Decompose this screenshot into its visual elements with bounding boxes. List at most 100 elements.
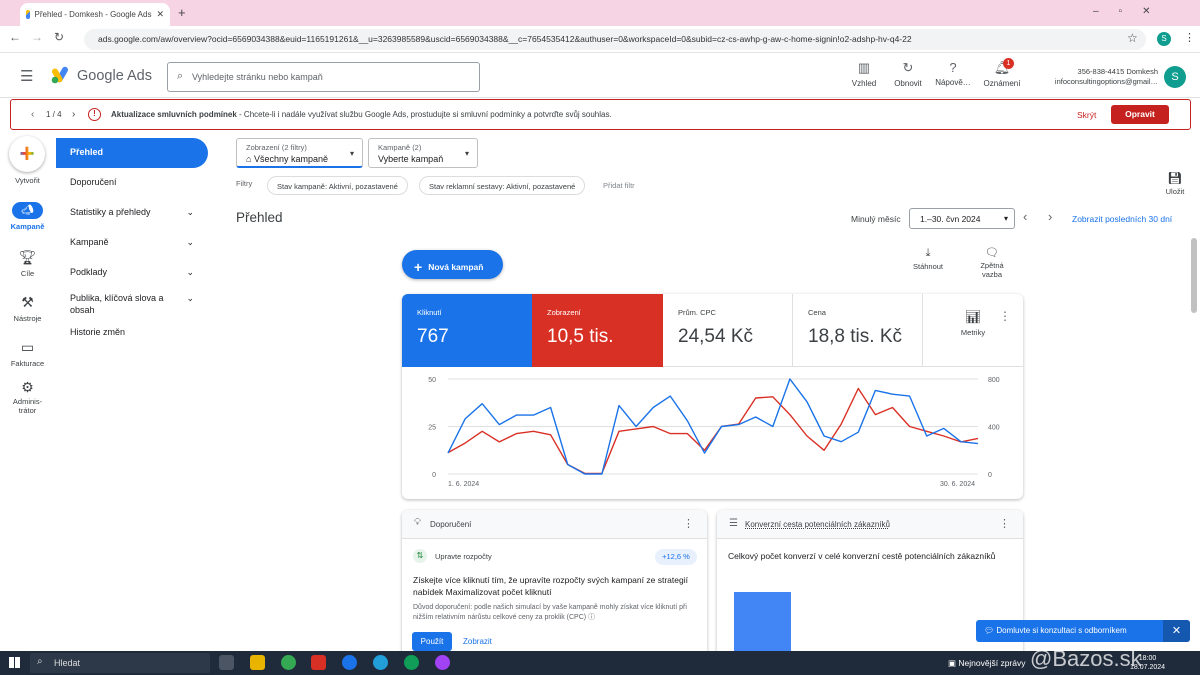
- show-last-30-link[interactable]: Zobrazit posledních 30 dní: [1072, 214, 1172, 224]
- account-avatar[interactable]: S: [1164, 66, 1186, 88]
- tab-close-icon[interactable]: ✕: [156, 9, 164, 20]
- bookmark-star-icon[interactable]: ☆: [1127, 31, 1138, 45]
- rail-campaigns-label[interactable]: Kampaně: [0, 222, 55, 231]
- browser-tab[interactable]: Přehled - Domkesh - Google Ads ✕: [20, 3, 170, 26]
- kpi-avg-cpc[interactable]: Prům. CPC 24,54 Kč: [663, 294, 793, 367]
- kpi-impressions[interactable]: Zobrazení 10,5 tis.: [532, 294, 663, 367]
- chrome-icon[interactable]: [281, 655, 296, 670]
- help-button[interactable]: ? Nápově…: [933, 60, 973, 87]
- rail-admin[interactable]: ⚙ Adminis- trátor: [0, 380, 55, 415]
- page-title: Přehled: [236, 210, 283, 225]
- chevron-down-icon: ⌄: [186, 293, 194, 303]
- more-options-icon[interactable]: ⋮: [999, 517, 1010, 530]
- rail-goals[interactable]: 🏆︎ Cíle: [0, 249, 55, 278]
- download-button[interactable]: ⤓ Stáhnout: [908, 247, 948, 271]
- layout-button[interactable]: ▥ Vzhled: [846, 60, 882, 88]
- taskbar-clock[interactable]: 18:00 18.07.2024: [1130, 654, 1165, 672]
- dropdown-arrow-icon: ▾: [464, 149, 469, 158]
- notification-badge: 1: [1003, 58, 1014, 69]
- reload-icon[interactable]: ↻: [54, 30, 64, 44]
- banner-prev-icon[interactable]: ‹: [31, 109, 34, 120]
- notifications-button[interactable]: 🔔︎ Oznámení: [980, 60, 1024, 88]
- toast-close-icon[interactable]: ✕: [1163, 620, 1190, 642]
- error-icon: !: [88, 108, 101, 121]
- left-tick-label: 25: [428, 425, 436, 432]
- task-view-icon[interactable]: [219, 655, 234, 670]
- url-text: ads.google.com/aw/overview?ocid=65690343…: [98, 34, 912, 44]
- search-icon: ⌕: [177, 70, 184, 82]
- reco-card-title: Doporučení: [430, 520, 472, 529]
- more-options-icon[interactable]: ⋮: [683, 517, 694, 530]
- new-campaign-button[interactable]: + Nová kampaň: [402, 250, 503, 279]
- search-input[interactable]: ⌕ Vyhledejte stránku nebo kampaň: [167, 62, 480, 92]
- reco-reason: Důvod doporučení: podle našich simulací …: [413, 604, 687, 621]
- banner-hide-button[interactable]: Skrýt: [1077, 110, 1096, 120]
- app-icon[interactable]: [342, 655, 357, 670]
- app-icon[interactable]: [311, 655, 326, 670]
- conversion-bar: [734, 592, 791, 651]
- chrome-profile-icon[interactable]: [435, 655, 450, 670]
- sidenav-overview[interactable]: Přehled: [56, 138, 208, 168]
- trophy-icon: 🏆︎: [18, 249, 37, 265]
- filter-funnel-icon: ☰: [729, 518, 738, 529]
- next-period-icon[interactable]: ›: [1048, 209, 1052, 224]
- sidenav-change-history[interactable]: Historie změn: [56, 318, 208, 348]
- banner-next-icon[interactable]: ›: [72, 109, 75, 120]
- kpi-clicks[interactable]: Kliknutí 767: [402, 294, 532, 367]
- window-controls[interactable]: –▫✕: [1093, 6, 1171, 17]
- address-bar[interactable]: ads.google.com/aw/overview?ocid=65690343…: [84, 29, 1146, 50]
- add-filter-button[interactable]: Přidat filtr: [603, 181, 635, 190]
- consultation-toast[interactable]: 💬︎ Domluvte si konzultaci s odborníkem: [976, 620, 1190, 642]
- conversion-card-title[interactable]: Konverzní cesta potenciálních zákazníků: [745, 520, 890, 529]
- rail-billing[interactable]: ▭ Fakturace: [0, 339, 55, 368]
- filter-chip-campaign-status[interactable]: Stav kampaně: Aktivní, pozastavené: [267, 176, 408, 195]
- save-icon: 💾︎: [1167, 171, 1183, 185]
- sidenav-recommendations[interactable]: Doporučení: [56, 168, 208, 198]
- account-info[interactable]: 356-838-4415 Domkesh infoconsultingoptio…: [1030, 67, 1158, 87]
- sidenav-audiences[interactable]: Publika, klíčová slova a obsah ⌄: [56, 288, 208, 320]
- feedback-button[interactable]: 🗨︎ Zpětná vazba: [972, 247, 1012, 279]
- left-tick-label: 0: [432, 472, 436, 479]
- save-button[interactable]: 💾︎ Uložit: [1160, 171, 1190, 196]
- prev-period-icon[interactable]: ‹: [1023, 209, 1027, 224]
- feedback-icon: 🗨︎: [985, 247, 999, 259]
- view-dropdown[interactable]: Zobrazení (2 filtry) ⌂ Všechny kampaně ▾: [236, 138, 363, 168]
- kpi-cost[interactable]: Cena 18,8 tis. Kč: [793, 294, 923, 367]
- page-scrollbar[interactable]: [1191, 238, 1197, 313]
- sidenav-campaigns[interactable]: Kampaně ⌄: [56, 228, 208, 258]
- lightbulb-icon: 💡︎: [414, 517, 421, 528]
- reco-view-link[interactable]: Zobrazit: [463, 637, 492, 646]
- taskbar-search[interactable]: ⌕ Hledat: [30, 653, 210, 673]
- chevron-down-icon: ⌄: [186, 267, 194, 277]
- create-button[interactable]: +: [9, 136, 45, 172]
- chrome-profile-icon[interactable]: [404, 655, 419, 670]
- download-icon: ⤓: [925, 247, 931, 259]
- left-tick-label: 50: [428, 377, 436, 384]
- windows-start-icon[interactable]: [9, 657, 20, 668]
- new-tab-icon[interactable]: +: [178, 5, 186, 20]
- hamburger-menu-icon[interactable]: ☰: [20, 67, 33, 85]
- layout-icon: ▥: [857, 60, 871, 75]
- x-start-label: 1. 6. 2024: [448, 481, 479, 488]
- telegram-icon[interactable]: [373, 655, 388, 670]
- google-ads-favicon-icon: [26, 10, 30, 19]
- file-explorer-icon[interactable]: [250, 655, 265, 670]
- campaigns-rail-icon[interactable]: 📣︎: [12, 202, 43, 219]
- profile-avatar[interactable]: S: [1157, 32, 1171, 46]
- sidenav-insights[interactable]: Statistiky a přehledy ⌄: [56, 198, 208, 228]
- sidenav-assets[interactable]: Podklady ⌄: [56, 258, 208, 288]
- back-icon[interactable]: ←: [9, 30, 21, 44]
- metrics-button[interactable]: 📊︎ Metriky: [953, 309, 993, 337]
- rail-tools[interactable]: ⚒ Nástroje: [0, 294, 55, 323]
- filter-chip-adgroup-status[interactable]: Stav reklamní sestavy: Aktivní, pozastav…: [419, 176, 586, 195]
- banner-fix-button[interactable]: Opravit: [1111, 105, 1169, 124]
- reco-impact-badge: +12,6 %: [655, 549, 697, 565]
- browser-menu-icon[interactable]: ⋮: [1184, 31, 1195, 44]
- refresh-button[interactable]: ↻ Obnovit: [890, 60, 926, 88]
- reco-apply-button[interactable]: Použít: [412, 632, 452, 651]
- forward-icon[interactable]: →: [31, 30, 43, 44]
- campaign-dropdown[interactable]: Kampaně (2) Vyberte kampaň ▾: [368, 138, 478, 168]
- date-range-picker[interactable]: 1.–30. čvn 2024 ▾: [909, 208, 1015, 229]
- more-options-icon[interactable]: ⋮: [999, 309, 1011, 323]
- news-widget[interactable]: ▣ Nejnovější zprávy: [948, 658, 1026, 669]
